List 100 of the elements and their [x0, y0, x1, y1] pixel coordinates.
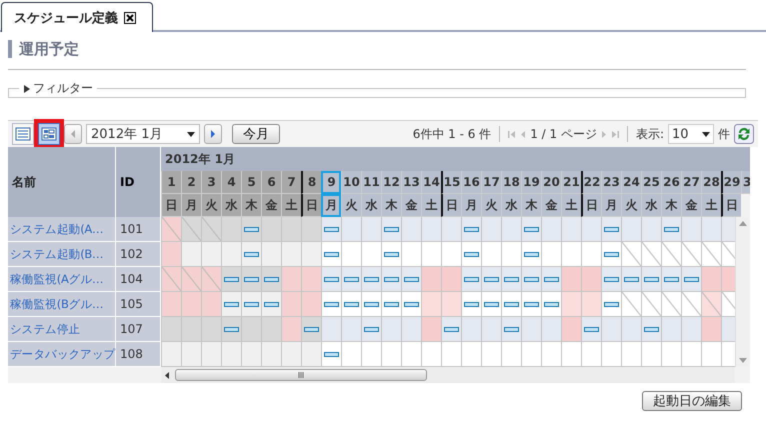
calendar-cell[interactable]: [401, 217, 421, 242]
job-name-link[interactable]: 稼働監視(Bグル…: [8, 292, 116, 317]
calendar-cell[interactable]: [181, 217, 201, 242]
calendar-cell[interactable]: [401, 267, 421, 292]
calendar-cell[interactable]: [341, 317, 361, 342]
scrollbar-thumb[interactable]: [175, 369, 427, 381]
calendar-cell[interactable]: [261, 242, 281, 267]
calendar-cell[interactable]: [441, 342, 461, 367]
calendar-cell[interactable]: [721, 317, 735, 342]
calendar-cell[interactable]: [601, 342, 621, 367]
close-icon[interactable]: [124, 12, 136, 24]
calendar-cell[interactable]: [561, 217, 581, 242]
calendar-cell[interactable]: [481, 242, 501, 267]
calendar-cell[interactable]: [681, 267, 701, 292]
calendar-cell[interactable]: [321, 292, 341, 317]
calendar-cell[interactable]: [441, 242, 461, 267]
horizontal-scrollbar[interactable]: [161, 367, 735, 383]
job-name-link[interactable]: システム起動(B…: [8, 242, 116, 267]
calendar-cell[interactable]: [621, 242, 641, 267]
calendar-cell[interactable]: [461, 242, 481, 267]
calendar-cell[interactable]: [681, 242, 701, 267]
calendar-cell[interactable]: [621, 267, 641, 292]
calendar-cell[interactable]: [421, 242, 441, 267]
calendar-cell[interactable]: [441, 292, 461, 317]
calendar-cell[interactable]: [281, 342, 301, 367]
calendar-cell[interactable]: [561, 342, 581, 367]
job-name-link[interactable]: データバックアップ: [8, 342, 116, 367]
calendar-cell[interactable]: [501, 267, 521, 292]
calendar-cell[interactable]: [201, 217, 221, 242]
calendar-cell[interactable]: [641, 317, 661, 342]
calendar-cell[interactable]: [361, 342, 381, 367]
schedule-tab[interactable]: スケジュール定義: [1, 2, 153, 32]
last-page-icon[interactable]: [610, 130, 619, 138]
calendar-cell[interactable]: [281, 217, 301, 242]
calendar-cell[interactable]: [381, 292, 401, 317]
calendar-cell[interactable]: [421, 267, 441, 292]
calendar-cell[interactable]: [581, 342, 601, 367]
calendar-cell[interactable]: [381, 317, 401, 342]
calendar-cell[interactable]: [701, 242, 721, 267]
calendar-cell[interactable]: [261, 217, 281, 242]
calendar-cell[interactable]: [161, 242, 181, 267]
calendar-cell[interactable]: [521, 217, 541, 242]
calendar-cell[interactable]: [601, 217, 621, 242]
calendar-cell[interactable]: [181, 242, 201, 267]
calendar-cell[interactable]: [381, 267, 401, 292]
month-select[interactable]: 2012年 1月: [86, 124, 200, 144]
calendar-cell[interactable]: [561, 317, 581, 342]
calendar-cell[interactable]: [521, 267, 541, 292]
calendar-cell[interactable]: [661, 292, 681, 317]
calendar-cell[interactable]: [221, 342, 241, 367]
calendar-cell[interactable]: [721, 242, 735, 267]
calendar-cell[interactable]: [321, 342, 341, 367]
down-arrow-icon[interactable]: [739, 358, 747, 363]
calendar-cell[interactable]: [621, 217, 641, 242]
calendar-cell[interactable]: [481, 217, 501, 242]
calendar-cell[interactable]: [361, 217, 381, 242]
calendar-cell[interactable]: [701, 267, 721, 292]
calendar-cell[interactable]: [421, 342, 441, 367]
calendar-cell[interactable]: [641, 267, 661, 292]
calendar-cell[interactable]: [381, 342, 401, 367]
calendar-cell[interactable]: [261, 317, 281, 342]
calendar-cell[interactable]: [281, 267, 301, 292]
calendar-cell[interactable]: [461, 317, 481, 342]
calendar-cell[interactable]: [241, 317, 261, 342]
calendar-cell[interactable]: [481, 267, 501, 292]
job-name-link[interactable]: システム停止: [8, 317, 116, 342]
calendar-cell[interactable]: [161, 292, 181, 317]
calendar-cell[interactable]: [301, 292, 321, 317]
first-page-icon[interactable]: [508, 130, 516, 138]
calendar-cell[interactable]: [181, 317, 201, 342]
calendar-cell[interactable]: [721, 342, 735, 367]
calendar-cell[interactable]: [721, 217, 735, 242]
calendar-cell[interactable]: [581, 292, 601, 317]
next-month-button[interactable]: [204, 124, 222, 144]
calendar-cell[interactable]: [401, 242, 421, 267]
calendar-cell[interactable]: [681, 292, 701, 317]
calendar-cell[interactable]: [301, 217, 321, 242]
calendar-cell[interactable]: [421, 217, 441, 242]
calendar-cell[interactable]: [521, 342, 541, 367]
calendar-cell[interactable]: [661, 342, 681, 367]
calendar-cell[interactable]: [561, 242, 581, 267]
calendar-cell[interactable]: [701, 217, 721, 242]
up-arrow-icon[interactable]: [739, 221, 747, 226]
calendar-cell[interactable]: [301, 242, 321, 267]
calendar-cell[interactable]: [641, 292, 661, 317]
calendar-cell[interactable]: [541, 342, 561, 367]
calendar-cell[interactable]: [521, 242, 541, 267]
calendar-cell[interactable]: [601, 292, 621, 317]
calendar-cell[interactable]: [301, 317, 321, 342]
calendar-cell[interactable]: [241, 342, 261, 367]
calendar-cell[interactable]: [201, 292, 221, 317]
calendar-cell[interactable]: [681, 342, 701, 367]
expand-triangle-icon[interactable]: [23, 84, 31, 92]
calendar-cell[interactable]: [241, 217, 261, 242]
calendar-cell[interactable]: [421, 317, 441, 342]
calendar-cell[interactable]: [301, 342, 321, 367]
calendar-cell[interactable]: [361, 267, 381, 292]
refresh-icon[interactable]: [734, 124, 754, 144]
calendar-cell[interactable]: [621, 317, 641, 342]
calendar-cell[interactable]: [461, 267, 481, 292]
